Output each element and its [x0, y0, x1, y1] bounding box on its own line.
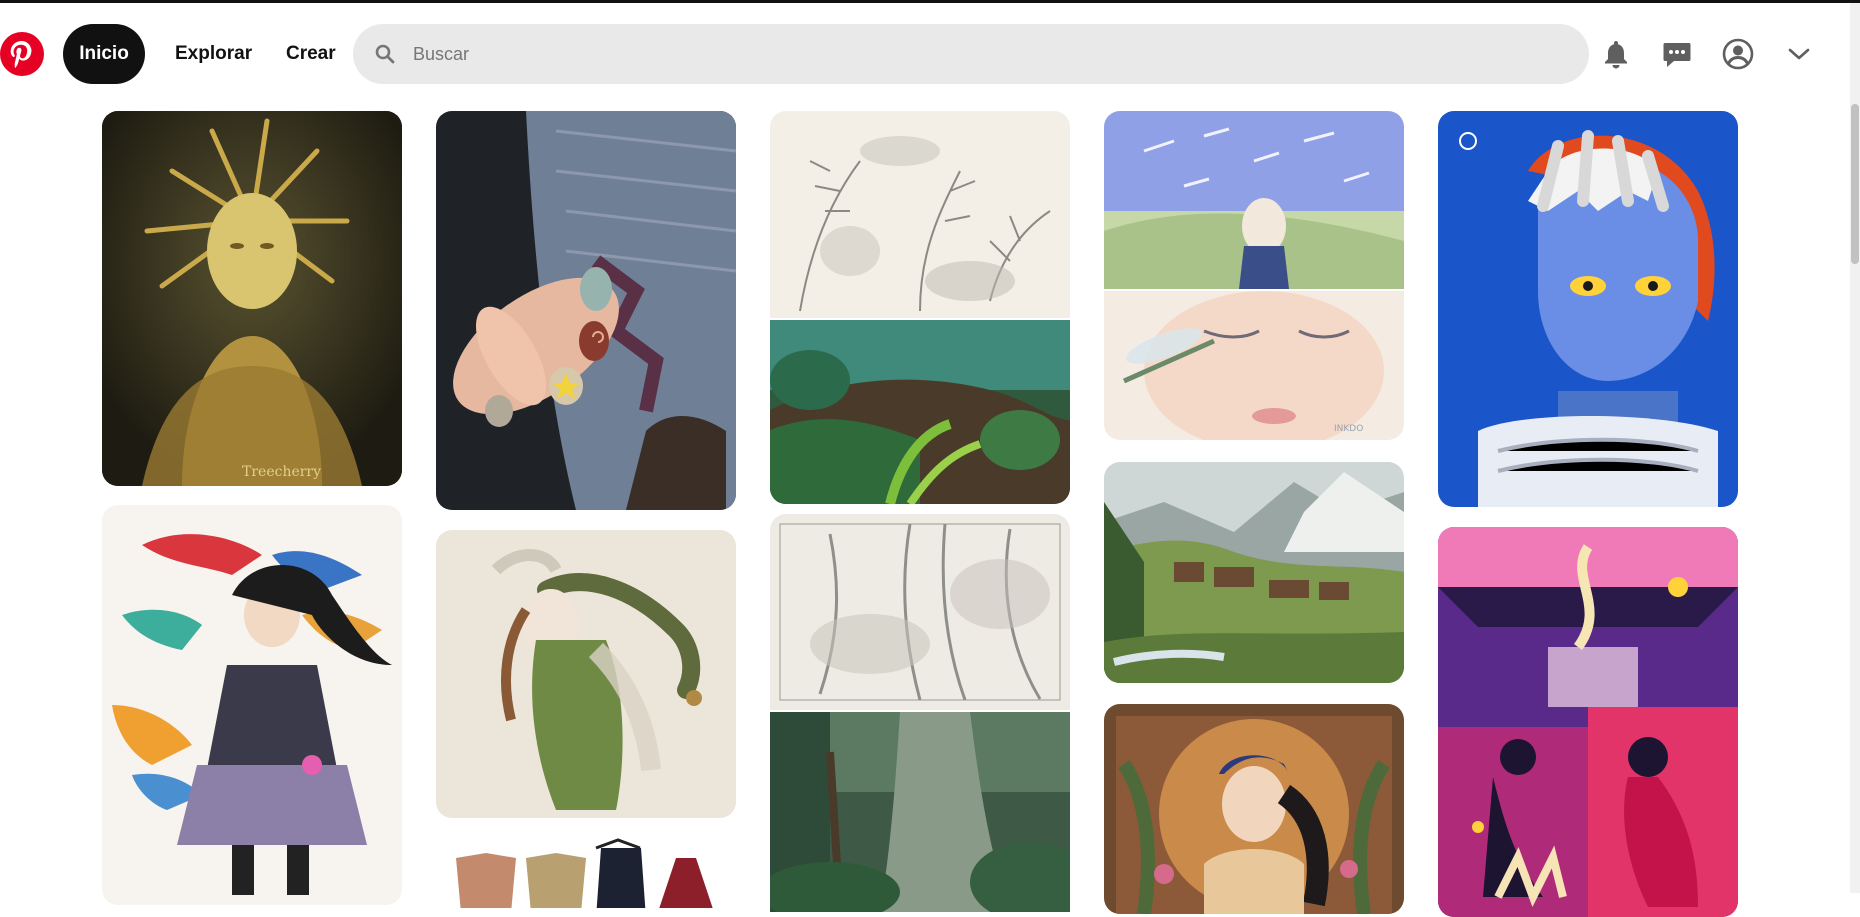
pin-signature: Treecherry	[242, 464, 321, 480]
pin-watermark: INKDO	[1334, 424, 1363, 434]
nav-explore-link[interactable]: Explorar	[175, 24, 252, 84]
pin-forest-fern-painting[interactable]	[770, 320, 1070, 504]
pin-clothing-rack[interactable]	[436, 838, 736, 908]
nav-create-link[interactable]: Crear	[286, 24, 336, 84]
pin-nail-art-sweater[interactable]	[436, 111, 736, 510]
search-input[interactable]	[413, 43, 1513, 65]
messages-icon[interactable]	[1659, 36, 1695, 72]
top-navigation-bar: Inicio Explorar Crear	[0, 3, 1860, 101]
chevron-down-icon[interactable]	[1781, 36, 1817, 72]
pin-nana-poster[interactable]	[1438, 527, 1738, 917]
scrollbar-thumb[interactable]	[1851, 104, 1859, 264]
pin-girl-with-koi-fish[interactable]	[102, 505, 402, 905]
pin-forest-tree-painting[interactable]	[770, 712, 1070, 912]
pin-blue-skin-orange-hair[interactable]	[1438, 111, 1738, 507]
pin-dragonfly-meadow[interactable]	[1104, 111, 1404, 289]
pin-forest-pencil-sketch[interactable]	[770, 514, 1070, 710]
search-icon	[375, 42, 399, 66]
pin-art-nouveau-woman[interactable]	[1104, 704, 1404, 914]
bell-icon[interactable]	[1598, 36, 1634, 72]
search-bar[interactable]	[353, 24, 1589, 84]
pin-plant-pencil-sketch[interactable]	[770, 111, 1070, 318]
pinterest-logo-icon[interactable]	[0, 32, 44, 76]
pin-alpine-village[interactable]	[1104, 462, 1404, 683]
nav-home-button[interactable]: Inicio	[63, 24, 145, 84]
pin-golden-sun-figure[interactable]: Treecherry	[102, 111, 402, 486]
pin-pixie-hat-sketch[interactable]	[436, 530, 736, 818]
pin-sleeping-face-dragonfly[interactable]: INKDO	[1104, 291, 1404, 440]
profile-icon[interactable]	[1720, 36, 1756, 72]
